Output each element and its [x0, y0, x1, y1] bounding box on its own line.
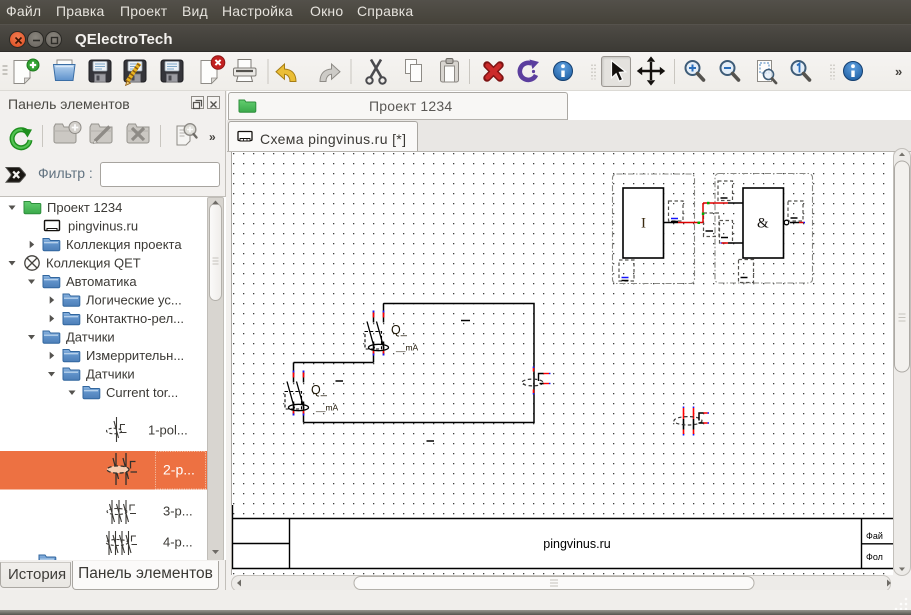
svg-text:Датчики: Датчики	[66, 330, 115, 345]
svg-text:»: »	[209, 130, 216, 144]
svg-text:Q_: Q_	[391, 323, 408, 337]
svg-text:pingvinus.ru: pingvinus.ru	[543, 537, 610, 551]
svg-text:Датчики: Датчики	[86, 367, 135, 382]
svg-text:1-pol...: 1-pol...	[148, 423, 188, 438]
svg-text:Коллекция QET: Коллекция QET	[46, 256, 141, 271]
svg-text:Current tor...: Current tor...	[106, 385, 178, 400]
svg-text:3-p...: 3-p...	[163, 504, 193, 519]
svg-text:__mA: __mA	[395, 343, 419, 353]
svg-text:Q_: Q_	[311, 383, 328, 397]
svg-text:__mA: __mA	[315, 403, 339, 413]
svg-text:Фай: Фай	[866, 531, 883, 541]
svg-text:Измеррительн...: Измеррительн...	[86, 348, 184, 363]
svg-text:Логические ус...: Логические ус...	[86, 293, 182, 308]
svg-text:Контактно-рел...: Контактно-рел...	[86, 311, 184, 326]
svg-text:4-p...: 4-p...	[163, 535, 193, 550]
svg-text:2-p...: 2-p...	[163, 462, 195, 478]
svg-text:»: »	[895, 64, 902, 79]
svg-text:&: &	[757, 216, 769, 232]
svg-text:Коллекция проекта: Коллекция проекта	[66, 237, 182, 252]
svg-text:pingvinus.ru: pingvinus.ru	[68, 219, 138, 234]
svg-text:I: I	[641, 216, 646, 232]
svg-text:Проект 1234: Проект 1234	[47, 200, 122, 215]
svg-text:Фол: Фол	[866, 552, 883, 562]
svg-text:Автоматика: Автоматика	[66, 274, 137, 289]
